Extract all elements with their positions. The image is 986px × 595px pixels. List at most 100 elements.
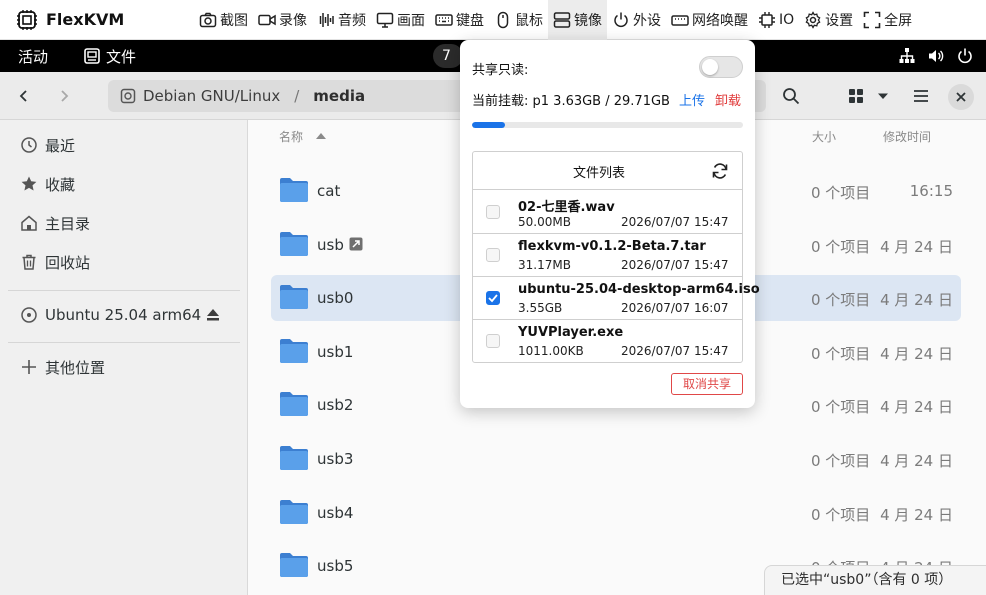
menu-audio[interactable]: 音频 (312, 0, 371, 40)
flexkvm-logo-icon (17, 9, 37, 30)
camera-icon (199, 12, 217, 27)
path-current[interactable]: media (313, 87, 365, 105)
folder-icon (280, 446, 308, 470)
menu-display[interactable]: 画面 (371, 0, 430, 40)
menu-label: 鼠标 (515, 12, 543, 29)
file-row[interactable]: usb4 0 个项目 4 月 24 日 (271, 490, 961, 536)
toggle-knob (702, 59, 718, 75)
menu-peripheral[interactable]: 外设 (607, 0, 666, 40)
sort-ascending-icon (315, 133, 326, 139)
image-file-row[interactable]: 02-七里香.wav 50.00MB 2026/07/07 15:47 (473, 191, 742, 234)
close-icon (956, 92, 966, 102)
activities-button[interactable]: 活动 (0, 46, 84, 67)
window-close-button[interactable] (948, 84, 974, 110)
main-menu-button[interactable] (907, 82, 935, 110)
power-menu-icon (958, 48, 972, 64)
disc-icon (21, 307, 37, 323)
plus-icon (22, 360, 36, 374)
sidebar-item-ubuntu-volume[interactable]: Ubuntu 25.04 arm64 (0, 297, 248, 333)
menu-wol[interactable]: 网络唤醒 (666, 0, 753, 40)
refresh-icon[interactable] (711, 162, 729, 180)
menu-io[interactable]: IO (753, 0, 799, 40)
image-file-size: 50.00MB (518, 215, 571, 229)
usage-progress-fill (472, 122, 506, 128)
sidebar-divider (8, 290, 240, 291)
back-button[interactable] (10, 82, 38, 110)
eject-icon[interactable] (205, 307, 221, 323)
file-name: usb3 (317, 450, 354, 468)
column-header-name[interactable]: 名称 (279, 128, 327, 145)
cancel-share-button[interactable]: 取消共享 (671, 373, 743, 395)
share-readonly-toggle[interactable] (699, 56, 743, 78)
kvm-toolbar: FlexKVM 截图 录像 音频 画面 键盘 鼠标 镜像 外设 网络唤醒 IO … (0, 0, 986, 40)
file-list-header: 文件列表 (473, 152, 742, 190)
file-list-title: 文件列表 (572, 166, 625, 181)
view-toggle-group[interactable] (842, 81, 902, 111)
file-row[interactable]: usb3 0 个项目 4 月 24 日 (271, 436, 961, 482)
file-modified: 4 月 24 日 (880, 452, 953, 470)
file-checkbox[interactable] (486, 205, 500, 219)
search-button[interactable] (777, 82, 805, 110)
menu-fullscreen[interactable]: 全屏 (858, 0, 917, 40)
file-size: 0 个项目 (811, 291, 871, 310)
monitor-icon (376, 12, 394, 28)
menu-keyboard[interactable]: 键盘 (430, 0, 489, 40)
menu-mouse[interactable]: 鼠标 (489, 0, 548, 40)
folder-icon (280, 231, 308, 256)
image-file-name: 02-七里香.wav (518, 200, 615, 215)
file-size: 0 个项目 (811, 505, 871, 524)
menu-record[interactable]: 录像 (253, 0, 312, 40)
sidebar-item-recent[interactable]: 最近 (0, 127, 248, 163)
file-checkbox[interactable] (486, 248, 500, 262)
menu-label: 镜像 (574, 12, 602, 29)
menu-settings[interactable]: 设置 (799, 0, 858, 40)
chevron-down-icon (878, 93, 888, 99)
app-menu[interactable]: 文件 (84, 46, 136, 67)
upload-link[interactable]: 上传 (679, 90, 705, 109)
trash-icon (22, 254, 36, 270)
image-file-row[interactable]: ubuntu-25.04-desktop-arm64.iso 3.55GB 2026… (473, 277, 760, 320)
sidebar-item-home[interactable]: 主目录 (0, 205, 248, 241)
file-list-panel: 文件列表 02-七里香.wav 50.00MB 2026/07/07 15:47 fl… (472, 151, 760, 363)
menu-screenshot[interactable]: 截图 (194, 0, 253, 40)
menu-label: 截图 (220, 12, 248, 29)
column-header-size[interactable]: 大小 (812, 128, 836, 145)
file-modified: 4 月 24 日 (880, 398, 953, 417)
volume-icon (929, 50, 944, 62)
disk-icon (120, 88, 136, 104)
sidebar-item-other-locations[interactable]: 其他位置 (0, 349, 248, 385)
image-file-row[interactable]: flexkvm-v0.1.2-Beta.7.tar 31.17MB 2026/07/… (473, 234, 742, 277)
sidebar-item-label: 主目录 (45, 214, 91, 233)
app-menu-label: 文件 (106, 47, 137, 66)
usage-progress-bar (472, 122, 743, 128)
menu-label: 画面 (397, 12, 425, 29)
current-mount-info: 当前挂载: p1 3.63GB / 29.71GB (472, 94, 670, 109)
file-checkbox[interactable] (486, 334, 500, 348)
file-checkbox[interactable] (486, 291, 500, 305)
file-name: usb4 (317, 503, 354, 522)
status-bar: 已选中“usb0”（含有 0 项） (764, 565, 986, 595)
sidebar-item-trash[interactable]: 回收站 (0, 244, 248, 280)
folder-icon (280, 392, 308, 417)
audio-wave-icon (319, 12, 334, 27)
system-tray[interactable] (887, 40, 974, 72)
menu-label: 外设 (633, 12, 661, 29)
image-file-size: 3.55GB (518, 301, 563, 315)
files-app-icon (84, 48, 100, 64)
unmount-link[interactable]: 卸载 (715, 90, 741, 109)
sidebar: 最近 收藏 主目录 回收站 Ubuntu 25.04 arm64 其他位置 (0, 120, 248, 595)
forward-button[interactable] (50, 82, 78, 110)
clock[interactable]: 7月 (433, 44, 463, 88)
menu-label: 音频 (338, 12, 366, 29)
sidebar-item-starred[interactable]: 收藏 (0, 166, 248, 202)
file-modified: 4 月 24 日 (880, 344, 953, 363)
path-root[interactable]: Debian GNU/Linux (143, 87, 280, 105)
image-file-row[interactable]: YUVPlayer.exe 1011.00KB 2026/07/07 15:47 (473, 320, 742, 363)
menu-mirror[interactable]: 镜像 (548, 0, 607, 40)
menu-label: 键盘 (456, 12, 484, 29)
path-separator: / (294, 87, 300, 105)
column-header-modified[interactable]: 修改时间 (883, 128, 931, 145)
chevron-right-icon (61, 90, 69, 102)
file-name: usb2 (317, 396, 354, 415)
mount-popover: 共享只读: 当前挂载: p1 3.63GB / 29.71GB 上传 卸载 文件… (460, 40, 760, 408)
